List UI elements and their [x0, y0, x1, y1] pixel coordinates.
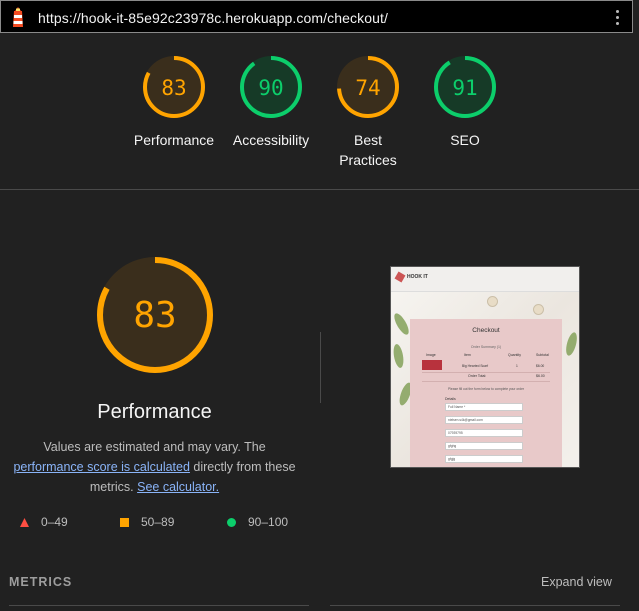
kebab-menu-icon[interactable]: [616, 10, 620, 28]
page-screenshot-thumbnail[interactable]: HOOK IT Checkout Order Summary (1) Image…: [390, 266, 580, 468]
thumb-field: nielsen.s4k@gmail.com: [445, 416, 523, 424]
vertical-separator: [320, 332, 321, 403]
checkout-card: Checkout Order Summary (1) Image Item Qu…: [410, 319, 562, 467]
gauge-label: Accessibility: [232, 132, 310, 148]
thumb-brand: HOOK IT: [407, 274, 428, 280]
performance-score-link[interactable]: performance score is calculated: [13, 460, 189, 474]
gauge-best-practices[interactable]: 74 Best Practices: [320, 54, 416, 170]
gauge-score: 91: [452, 76, 477, 100]
calculator-link[interactable]: See calculator.: [137, 480, 219, 494]
bead-decoration: [533, 304, 544, 315]
thumb-details-label: Details: [445, 397, 456, 401]
gauge-ring: 83: [143, 56, 205, 118]
lighthouse-icon: [13, 7, 23, 27]
pass-circle-icon: [227, 518, 236, 528]
col-subtotal: Subtotal: [536, 353, 549, 357]
gauge-ring: 83: [97, 257, 213, 373]
gauge-ring: 90: [240, 56, 302, 118]
thumb-field: gfghg: [445, 442, 523, 450]
thumb-rule: [422, 372, 550, 373]
hook-logo-icon: [394, 271, 406, 283]
performance-gauge-large: 83: [94, 254, 216, 381]
thumb-field: Full Name *: [445, 403, 523, 411]
gauge-ring: 91: [434, 56, 496, 118]
gauge-label: SEO: [450, 132, 480, 148]
browser-address-bar: https://hook-it-85e92c23978c.herokuapp.c…: [0, 0, 633, 33]
thumb-rule: [422, 381, 550, 382]
bead-decoration: [487, 296, 498, 307]
performance-description: Values are estimated and may vary. The p…: [8, 437, 301, 497]
thumb-field: gfgjg: [445, 455, 523, 463]
col-image: Image: [426, 353, 436, 357]
gauge-accessibility[interactable]: 90 Accessibility: [223, 54, 319, 150]
col-quantity: Quantity: [508, 353, 522, 357]
col-item: Item: [464, 353, 471, 357]
thumb-total-label: Order Total:: [468, 374, 487, 378]
thumb-qty: 1: [516, 364, 518, 368]
legend-fail: 0–49: [20, 515, 68, 529]
section-divider: [0, 189, 639, 190]
performance-title: Performance: [97, 401, 212, 423]
legend-range: 90–100: [248, 515, 289, 529]
url-text[interactable]: https://hook-it-85e92c23978c.herokuapp.c…: [38, 10, 388, 26]
leaf-decoration: [391, 343, 406, 369]
leaf-decoration: [564, 331, 579, 357]
thumb-item: Big Hearted Scarf: [462, 364, 489, 368]
gauge-label: Performance: [133, 132, 215, 148]
average-square-icon: [120, 518, 129, 528]
gauge-label: Best Practices: [339, 132, 397, 168]
gauge-score: 74: [355, 76, 380, 100]
fail-triangle-icon: [20, 518, 29, 528]
thumb-product-image: [422, 360, 442, 370]
thumb-note: Please fill out the form below to comple…: [447, 387, 525, 391]
gauge-seo[interactable]: 91 SEO: [417, 54, 513, 150]
thumb-header: HOOK IT: [391, 267, 579, 292]
leaf-decoration: [391, 311, 412, 337]
metrics-divider: [9, 605, 309, 606]
legend-range: 50–89: [141, 515, 175, 529]
metrics-divider: [330, 605, 620, 606]
legend-pass: 90–100: [227, 515, 288, 529]
thumb-subtotal: $6.00: [536, 364, 545, 368]
legend-average: 50–89: [120, 515, 174, 529]
metrics-heading: METRICS: [9, 575, 73, 589]
gauge-ring: 74: [337, 56, 399, 118]
performance-score: 83: [133, 295, 176, 336]
gauge-score: 83: [161, 76, 186, 100]
thumb-total: $6.00: [536, 374, 545, 378]
thumb-heading: Checkout: [472, 327, 500, 334]
category-gauges: 83 Performance 90 Accessibility 74 Best …: [0, 54, 639, 174]
legend-range: 0–49: [41, 515, 68, 529]
gauge-score: 90: [258, 76, 283, 100]
desc-text: Values are estimated and may vary. The: [43, 440, 266, 454]
expand-view-toggle[interactable]: Expand view: [541, 575, 612, 589]
thumb-summary: Order Summary (1): [470, 345, 502, 349]
gauge-performance[interactable]: 83 Performance: [126, 54, 222, 150]
thumb-field: 07939795: [445, 429, 523, 437]
